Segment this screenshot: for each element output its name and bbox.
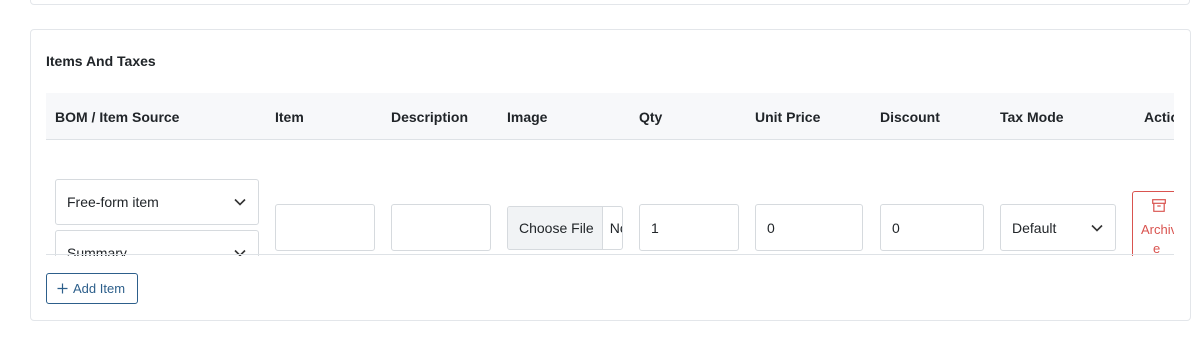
item-source-value: Free-form item [67,194,159,210]
column-header-qty: Qty [639,109,663,125]
choose-file-button[interactable]: Choose File [508,207,603,249]
column-header-description: Description [391,109,469,125]
items-and-taxes-card: Items And Taxes BOM / Item Source Item D… [30,29,1191,321]
description-input[interactable] [391,204,491,251]
column-header-discount: Discount [880,109,940,125]
bom-select[interactable]: Summary [55,230,259,256]
plus-icon [57,283,68,294]
column-header-tax-mode: Tax Mode [1000,109,1064,125]
unit-price-input[interactable]: 0 [755,204,863,251]
item-input[interactable] [275,204,375,251]
section-title: Items And Taxes [46,53,156,69]
image-file-input[interactable]: Choose File No [507,206,623,250]
chevron-down-icon [234,198,246,206]
row-divider [46,254,1174,255]
column-header-unit-price: Unit Price [755,109,821,125]
item-source-select[interactable]: Free-form item [55,179,259,225]
previous-card [30,0,1190,5]
archive-label: Archiv e [1141,222,1174,256]
add-item-button[interactable]: Add Item [46,273,138,304]
file-status-text: No [609,220,622,236]
add-item-label: Add Item [73,281,126,296]
chevron-down-icon [1091,224,1103,232]
tax-mode-select[interactable]: Default [1000,204,1116,251]
qty-input[interactable]: 1 [639,204,739,251]
column-header-bom-source: BOM / Item Source [55,109,180,125]
archive-button[interactable]: Archiv e [1132,191,1174,256]
column-header-item: Item [275,109,304,125]
tax-mode-value: Default [1012,219,1057,236]
archive-icon [1152,199,1166,212]
discount-input[interactable]: 0 [880,204,984,251]
column-header-image: Image [507,109,548,125]
items-table: BOM / Item Source Item Description Image… [46,93,1174,256]
column-header-actions: Actio [1144,109,1174,125]
table-header: BOM / Item Source Item Description Image… [46,93,1174,140]
